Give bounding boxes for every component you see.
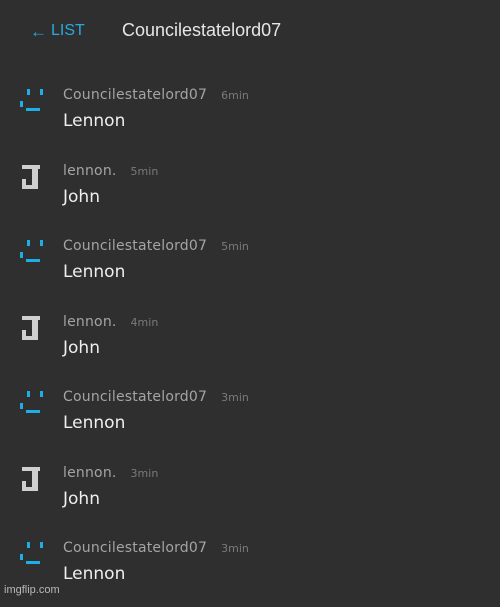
message-meta: lennon. 5min [63, 163, 158, 179]
message-item: Councilestatelord07 6min Lennon [0, 78, 500, 154]
message-meta: Councilestatelord07 3min [63, 389, 249, 405]
smiley-face-icon [20, 89, 43, 111]
message-meta: lennon. 4min [63, 314, 158, 330]
message-item: Councilestatelord07 3min Lennon [0, 531, 500, 607]
letter-j-icon [22, 466, 40, 491]
smiley-face-icon [20, 391, 43, 413]
message-text: Lennon [63, 564, 126, 584]
message-list: Councilestatelord07 6min Lennon lennon. … [0, 78, 500, 607]
message-text: John [63, 488, 100, 509]
message-meta: Councilestatelord07 5min [63, 238, 249, 254]
letter-j-icon [22, 164, 40, 189]
message-username[interactable]: Councilestatelord07 [63, 540, 207, 556]
message-text: John [63, 337, 100, 358]
message-time: 6min [221, 89, 249, 102]
message-item: lennon. 3min John [0, 456, 500, 532]
message-meta: lennon. 3min [63, 465, 158, 481]
message-item: Councilestatelord07 5min Lennon [0, 229, 500, 305]
message-text: John [63, 186, 100, 207]
message-item: Councilestatelord07 3min Lennon [0, 380, 500, 456]
message-meta: Councilestatelord07 3min [63, 540, 249, 556]
message-time: 5min [221, 240, 249, 253]
back-label: LIST [51, 22, 85, 39]
message-username[interactable]: lennon. [63, 465, 117, 481]
message-text: Lennon [63, 413, 126, 433]
message-time: 3min [221, 542, 249, 555]
message-username[interactable]: lennon. [63, 314, 117, 330]
message-time: 4min [130, 315, 159, 329]
message-username[interactable]: Councilestatelord07 [63, 389, 207, 405]
back-arrow-icon: ← [30, 21, 47, 41]
message-time: 5min [130, 164, 159, 178]
message-username[interactable]: Councilestatelord07 [63, 87, 207, 103]
message-username[interactable]: Councilestatelord07 [63, 238, 207, 254]
chat-header: ← LIST Councilestatelord07 [0, 0, 500, 66]
message-username[interactable]: lennon. [63, 163, 117, 179]
chat-title: Councilestatelord07 [122, 20, 282, 40]
letter-j-icon [22, 315, 40, 340]
smiley-face-icon [20, 542, 43, 564]
message-time: 3min [221, 391, 249, 404]
message-text: Lennon [63, 262, 126, 282]
smiley-face-icon [20, 240, 43, 262]
message-time: 3min [130, 466, 159, 480]
message-item: lennon. 4min John [0, 305, 500, 381]
message-item: lennon. 5min John [0, 154, 500, 230]
imgflip-watermark: imgflip.com [4, 584, 60, 596]
back-to-list-button[interactable]: ← LIST [30, 22, 85, 40]
message-text: Lennon [63, 111, 126, 131]
message-meta: Councilestatelord07 6min [63, 87, 249, 103]
